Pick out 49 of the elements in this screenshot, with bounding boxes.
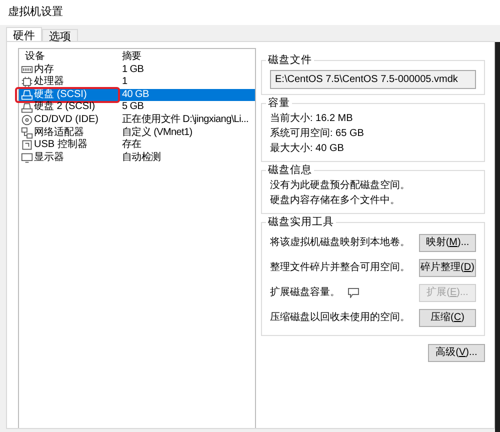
utility-description: 整理文件碎片并整合可用空间。 [270, 260, 410, 275]
info-text: 没有为此硬盘预分配磁盘空间。 [270, 178, 411, 193]
device-row[interactable]: USB 控制器 存在 [19, 139, 255, 152]
device-summary: 5 GB [122, 101, 145, 114]
file-path-field[interactable]: E:\CentOS 7.5\CentOS 7.5-000005.vmdk [270, 70, 476, 89]
tab[interactable]: 选项 [42, 29, 78, 41]
info-text: 系统可用空间: 65 GB [270, 126, 365, 141]
tab[interactable]: 硬件 [6, 27, 42, 41]
device-row[interactable]: 硬盘 2 (SCSI) 5 GB [19, 101, 255, 114]
hard-disk-icon [21, 89, 33, 102]
device-row[interactable]: 显示器 自动检测 [19, 152, 255, 164]
utility-button[interactable]: 压缩(C) [419, 308, 476, 326]
network-icon [21, 126, 33, 139]
info-text: 当前大小: 16.2 MB [270, 112, 354, 126]
device-summary: 1 [122, 76, 128, 89]
chip-icon [21, 76, 33, 88]
device-name: CD/DVD (IDE) [34, 114, 98, 126]
column-header[interactable]: 设备 [21, 51, 122, 64]
device-name: 内存 [34, 64, 54, 76]
utility-button[interactable]: 碎片整理(D) [419, 258, 476, 276]
device-row[interactable]: 处理器 1 [19, 76, 255, 89]
device-name: 硬盘 (SCSI) [34, 88, 87, 101]
utility-description: 扩展磁盘容量。 [270, 286, 340, 300]
utility-description: 压缩磁盘以回收未使用的空间。 [270, 310, 410, 325]
device-row[interactable]: 网络适配器 自定义 (VMnet1) [19, 126, 255, 140]
device-name: 硬盘 2 (SCSI) [34, 101, 96, 114]
device-summary: 自定义 (VMnet1) [122, 126, 194, 139]
memory-icon [21, 64, 33, 76]
monitor-icon [21, 152, 33, 164]
device-row[interactable]: 内存 1 GB [19, 64, 255, 76]
device-summary: 40 GB [122, 88, 150, 102]
utility-description: 将该虚拟机磁盘映射到本地卷。 [270, 236, 410, 250]
device-summary: 自动检测 [122, 152, 162, 164]
device-summary: 存在 [122, 139, 142, 152]
device-summary: 1 GB [122, 64, 145, 76]
info-text: 最大大小: 40 GB [270, 142, 345, 156]
column-header[interactable]: 摘要 [122, 51, 255, 64]
device-name: USB 控制器 [34, 139, 88, 152]
device-name: 网络适配器 [34, 126, 84, 138]
device-summary: 正在使用文件 D:\jingxiang\Li... [122, 114, 250, 126]
device-row[interactable]: CD/DVD (IDE) 正在使用文件 D:\jingxiang\Li... [19, 114, 255, 127]
advanced-button[interactable]: 高级(V)... [428, 344, 485, 362]
device-name: 处理器 [34, 76, 64, 89]
window-title: 虚拟机设置 [0, 0, 500, 25]
disc-icon [21, 114, 33, 126]
hard-disk-icon [21, 102, 33, 114]
device-name: 显示器 [34, 152, 64, 164]
info-text: 硬盘内容存储在多个文件中。 [270, 194, 401, 208]
utility-button[interactable]: 映射(M)... [419, 234, 476, 252]
